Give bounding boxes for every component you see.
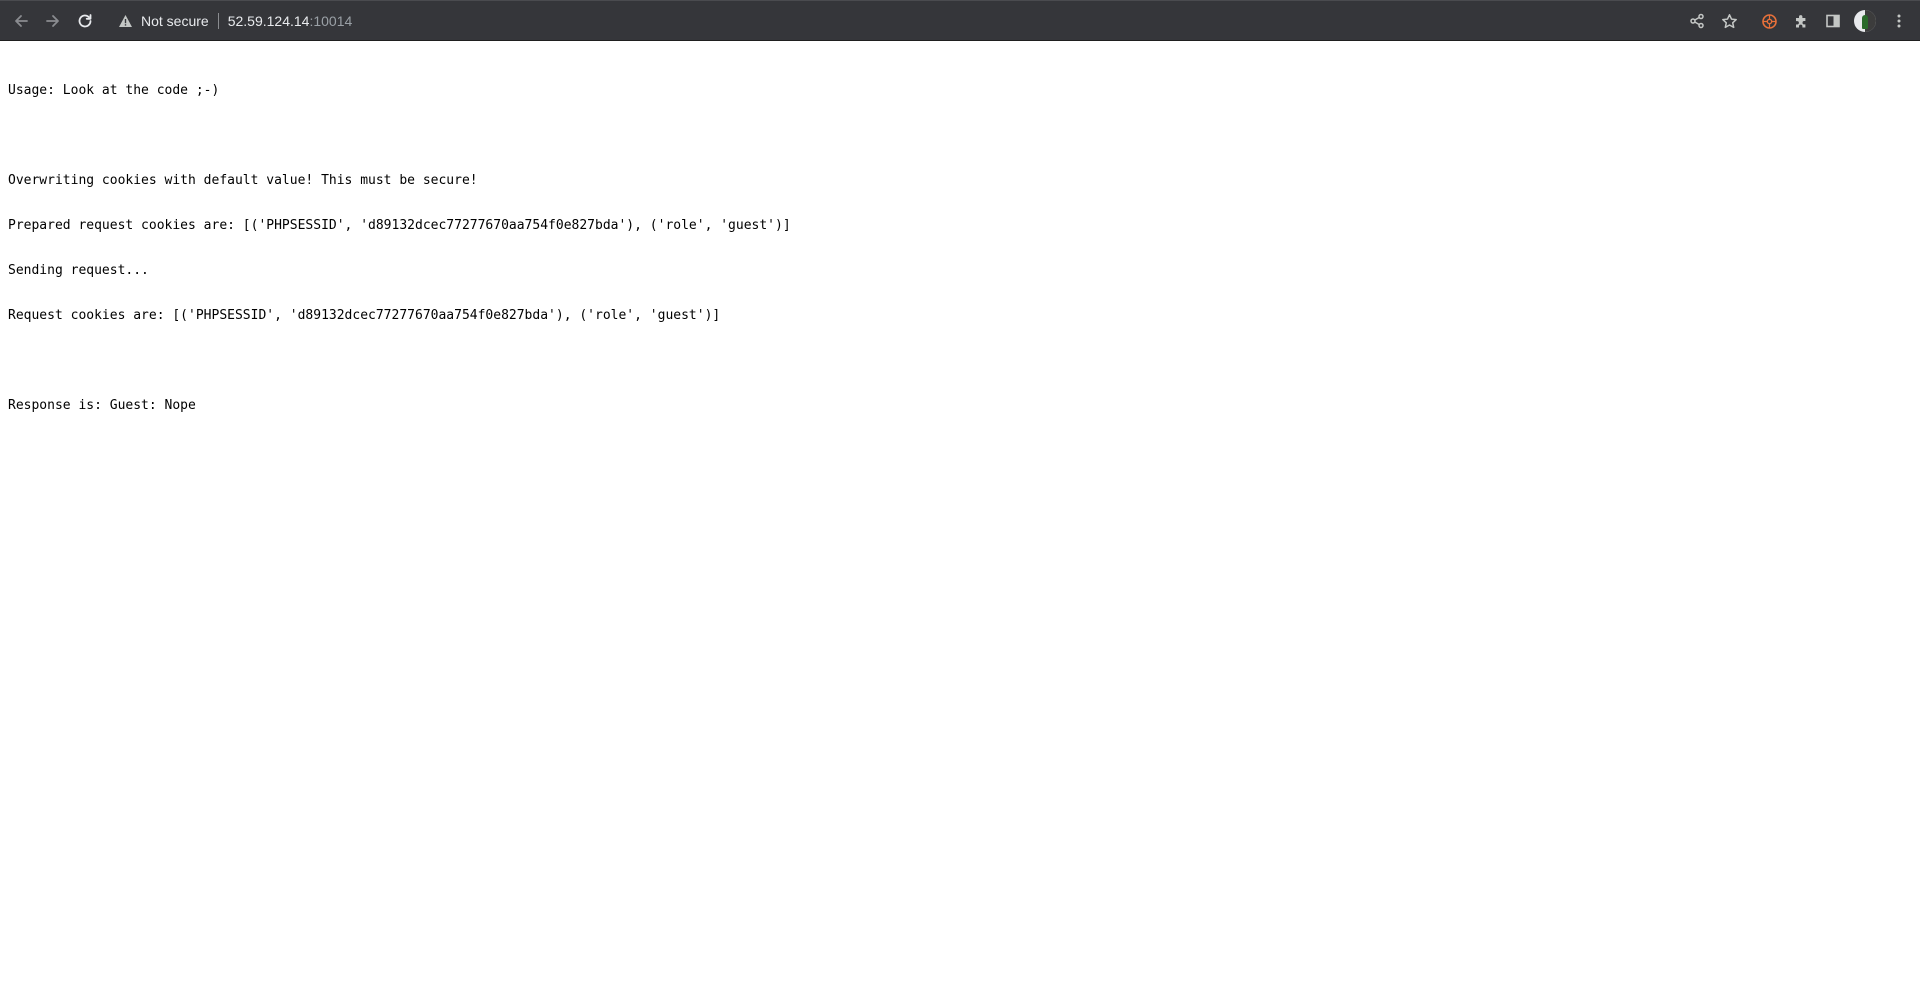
- star-icon: [1721, 13, 1738, 30]
- toolbar-top-border: [0, 0, 1920, 1]
- side-panel-button[interactable]: [1818, 6, 1848, 36]
- security-status-label[interactable]: Not secure: [141, 13, 209, 29]
- url-port[interactable]: :10014: [309, 13, 352, 29]
- back-button[interactable]: [6, 6, 36, 36]
- cookie-extension-button[interactable]: [1754, 6, 1784, 36]
- avatar-icon: [1854, 10, 1876, 32]
- cookie-extension-icon: [1761, 13, 1778, 30]
- url-host[interactable]: 52.59.124.14: [228, 13, 310, 29]
- browser-toolbar: Not secure 52.59.124.14:10014: [0, 0, 1920, 41]
- request-cookies-line: Request cookies are: [('PHPSESSID', 'd89…: [8, 308, 721, 323]
- arrow-right-icon: [44, 12, 62, 30]
- usage-line: Usage: Look at the code ;-): [8, 83, 220, 98]
- address-divider: [217, 13, 219, 29]
- kebab-menu-icon: [1896, 13, 1902, 29]
- page-content: Usage: Look at the code ;-) Overwriting …: [8, 53, 1908, 428]
- extensions-button[interactable]: [1786, 6, 1816, 36]
- prepared-cookies-line: Prepared request cookies are: [('PHPSESS…: [8, 218, 791, 233]
- response-line: Response is: Guest: Nope: [8, 398, 196, 413]
- reload-button[interactable]: [70, 6, 100, 36]
- share-button[interactable]: [1682, 6, 1712, 36]
- reload-icon: [76, 12, 94, 30]
- sending-request-line: Sending request...: [8, 263, 149, 278]
- arrow-left-icon: [12, 12, 30, 30]
- puzzle-icon: [1793, 13, 1810, 30]
- side-panel-icon: [1825, 13, 1841, 29]
- forward-button[interactable]: [38, 6, 68, 36]
- profile-button[interactable]: [1850, 6, 1880, 36]
- warning-triangle-icon[interactable]: [118, 14, 133, 28]
- bookmark-button[interactable]: [1714, 6, 1744, 36]
- share-icon: [1689, 13, 1705, 29]
- address-bar[interactable]: Not secure 52.59.124.14:10014: [110, 5, 1670, 37]
- menu-button[interactable]: [1884, 6, 1914, 36]
- overwrite-message-line: Overwriting cookies with default value! …: [8, 173, 478, 188]
